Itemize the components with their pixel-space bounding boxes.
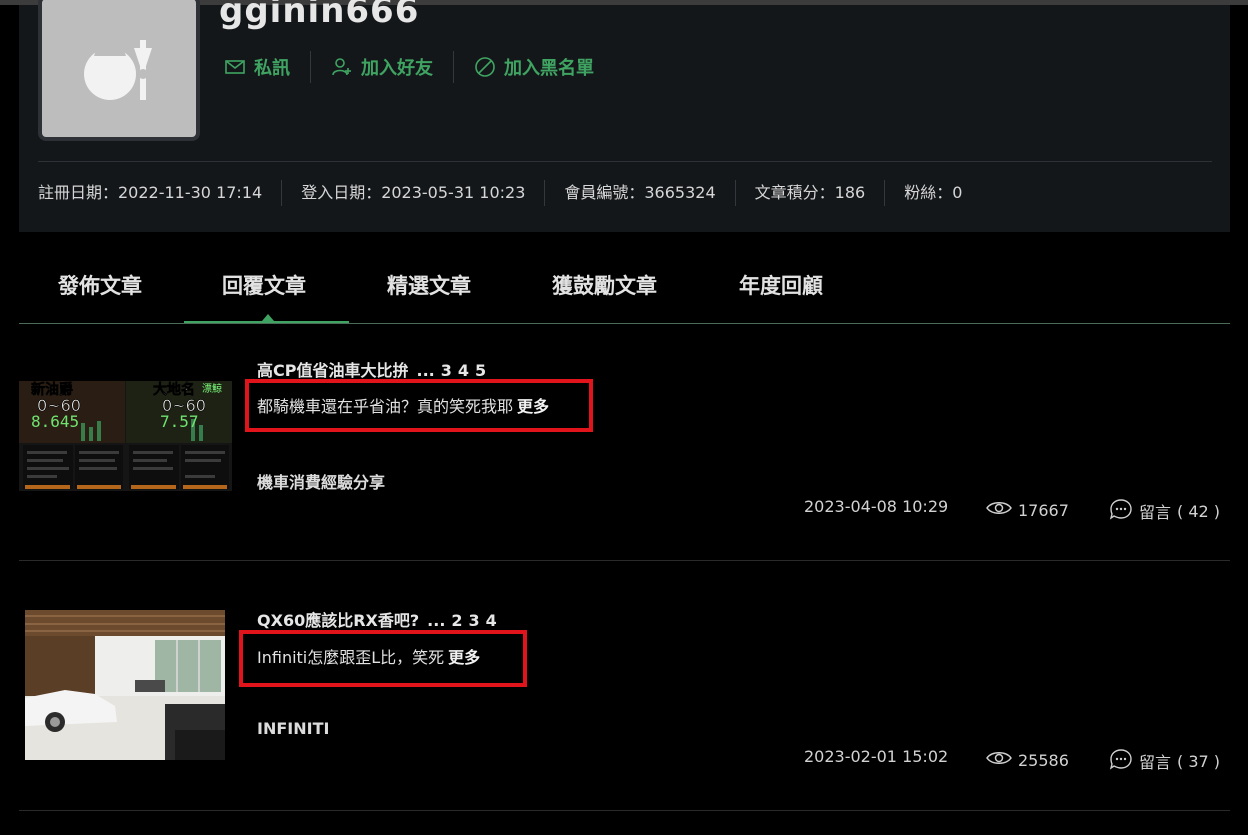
add-friend-icon [331,56,353,78]
post-date: 2023-02-01 15:02 [804,747,948,766]
profile-divider [38,161,1212,162]
post-date: 2023-04-08 10:29 [804,497,948,516]
page-link-5[interactable]: 5 [475,361,486,380]
post-date-text: 2023-04-08 10:29 [804,497,949,516]
add-friend-button[interactable]: 加入好友 [331,51,454,83]
thumb-tag: 漂鯨 [202,382,222,395]
tab-featured-articles[interactable]: 精選文章 [387,270,471,300]
dashboard-thumbnail-icon: 新油爵 大地名 漂鯨 0~60 0~60 8.645 7.57 [19,381,232,491]
post-title[interactable]: 高CP值省油車大比拚... 3 4 5 [257,357,486,381]
comment-count[interactable]: 留言 ( 42 ) [1109,498,1220,524]
post-thumbnail[interactable] [25,610,225,760]
page-link-4[interactable]: 4 [486,611,497,630]
private-message-button[interactable]: 私訊 [224,51,311,83]
block-icon [474,56,496,78]
list-item: QX60應該比RX香吧?... 2 3 4 Infiniti怎麼跟歪L比，笑死 更多 I… [19,575,1230,811]
comment-count-text: ( 42 ) [1177,501,1221,521]
tab-encouraged-articles[interactable]: 獲鼓勵文章 [552,270,657,300]
add-blacklist-label: 加入黑名單 [504,58,594,79]
tab-published-articles[interactable]: 發佈文章 [58,270,142,300]
eye-icon [986,749,1012,771]
post-title-text[interactable]: QX60應該比RX香吧? [257,611,419,630]
active-tab-underline [184,321,349,323]
board-link[interactable]: INFINITI [257,719,329,738]
profile-card: gginin666 私訊 加入好友 加入黑名單 註冊日期：2022-11-30 … [19,0,1230,232]
page-ellipsis: ... [427,611,446,630]
page-link-3[interactable]: 3 [469,611,480,630]
board-link[interactable]: 機車消費經驗分享 [257,469,385,493]
post-title-text[interactable]: 高CP值省油車大比拚 [257,361,408,380]
thumb-time-left: 8.645 [31,412,79,431]
active-tab-caret-icon [262,314,274,321]
tab-annual-review[interactable]: 年度回顧 [739,270,823,300]
more-link[interactable]: 更多 [448,648,480,667]
reply-text: Infiniti怎麼跟歪L比，笑死 [257,648,445,667]
comment-label: 留言 [1139,503,1172,522]
comment-count[interactable]: 留言 ( 37 ) [1109,748,1220,774]
comment-label: 留言 [1139,753,1172,772]
profile-tabs: 發佈文章 回覆文章 精選文章 獲鼓勵文章 年度回顧 [19,258,1230,324]
comment-bubble-icon [1109,498,1133,524]
comment-bubble-icon [1109,748,1133,774]
reply-snippet: 都騎機車還在乎省油？真的笑死我耶 更多 [257,393,549,417]
add-blacklist-button[interactable]: 加入黑名單 [474,51,614,83]
page-link-3[interactable]: 3 [441,361,452,380]
add-friend-label: 加入好友 [361,58,433,79]
page-link-4[interactable]: 4 [458,361,469,380]
page-link-2[interactable]: 2 [451,611,462,630]
stat-article-points: 文章積分：186 [736,180,886,206]
view-count-text: 25586 [1018,750,1069,770]
stat-followers: 粉絲：0 [904,183,963,202]
stat-login-date: 登入日期：2023-05-31 10:23 [282,180,546,206]
reply-text: 都騎機車還在乎省油？真的笑死我耶 [257,397,514,416]
page-ellipsis: ... [416,361,435,380]
default-avatar-icon [84,40,152,100]
profile-stats: 註冊日期：2022-11-30 17:14 登入日期：2023-05-31 10… [38,180,981,206]
post-title[interactable]: QX60應該比RX香吧?... 2 3 4 [257,607,497,631]
private-message-label: 私訊 [254,58,290,79]
tab-reply-articles[interactable]: 回覆文章 [222,270,306,300]
username: gginin666 [219,0,420,31]
mail-icon [224,56,246,78]
post-date-text: 2023-02-01 15:02 [804,747,949,766]
showroom-photo-icon [25,610,225,760]
comment-count-text: ( 37 ) [1177,751,1221,771]
stat-register-date: 註冊日期：2022-11-30 17:14 [38,180,283,206]
stat-member-id: 會員編號：3665324 [545,180,736,206]
view-count: 25586 [986,749,1069,771]
profile-actions: 私訊 加入好友 加入黑名單 [224,51,634,83]
view-count-text: 17667 [1018,500,1069,520]
post-thumbnail[interactable]: 新油爵 大地名 漂鯨 0~60 0~60 8.645 7.57 [19,381,232,491]
reply-snippet: Infiniti怎麼跟歪L比，笑死 更多 [257,644,480,668]
eye-icon [986,499,1012,521]
avatar[interactable] [38,0,200,141]
more-link[interactable]: 更多 [517,397,549,416]
list-item: 新油爵 大地名 漂鯨 0~60 0~60 8.645 7.57 高CP值省油車大… [19,325,1230,561]
view-count: 17667 [986,499,1069,521]
thumb-time-right: 7.57 [160,412,199,431]
